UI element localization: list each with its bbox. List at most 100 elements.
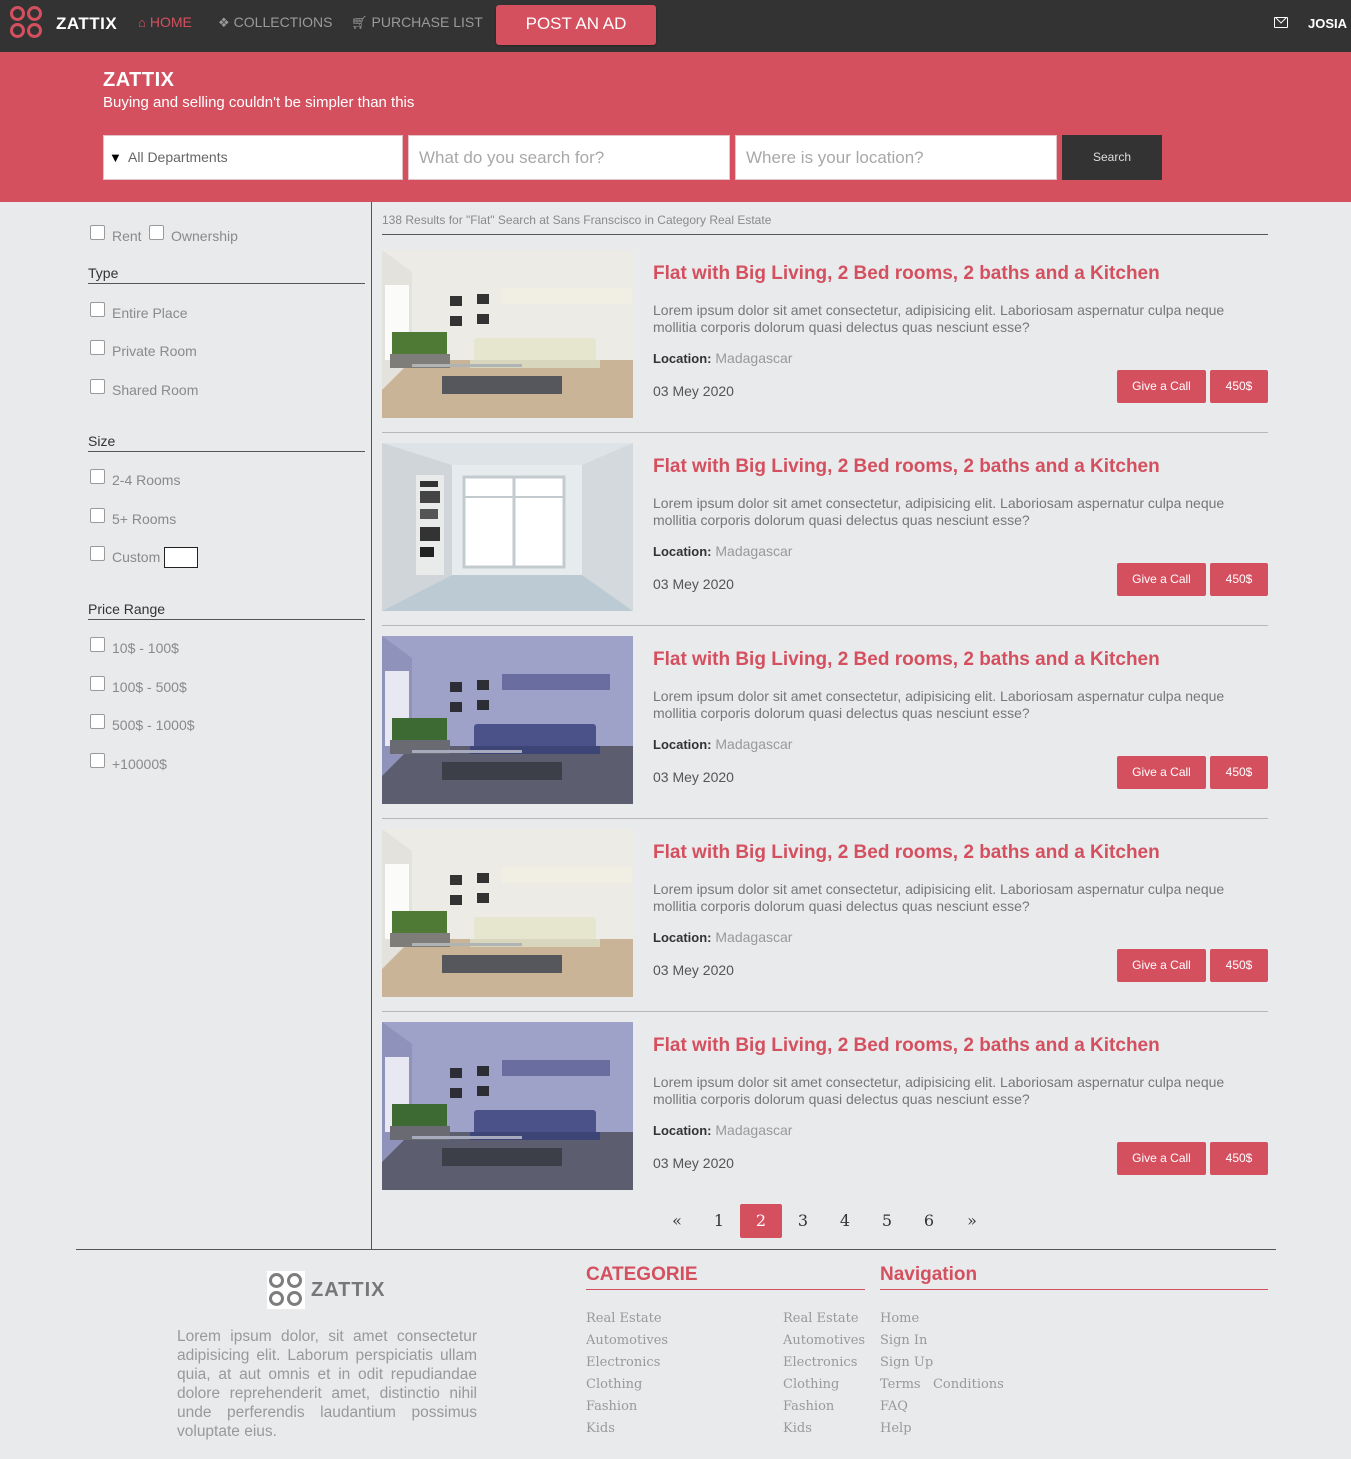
type-checkbox[interactable] <box>90 379 105 394</box>
price-option-label: 10$ - 100$ <box>112 640 179 656</box>
footer-category-title: CATEGORIE <box>586 1264 865 1290</box>
footer-nav-link[interactable]: Sign Up <box>880 1355 933 1370</box>
listing-description: Lorem ipsum dolor sit amet consectetur, … <box>653 688 1225 721</box>
brand-name[interactable]: ZATTIX <box>56 14 117 34</box>
listing-location: Location: Madagascar <box>653 543 792 559</box>
logo-icon[interactable] <box>10 6 44 40</box>
listing-image[interactable] <box>382 636 633 804</box>
top-navbar: ZATTIX ⌂ HOME ❖ COLLECTIONS 🛒︎ PURCHASE LIS… <box>0 0 1351 52</box>
caret-down-icon: ▼ <box>109 150 122 165</box>
footer-category-link[interactable]: Kids <box>586 1421 615 1436</box>
give-call-button[interactable]: Give a Call <box>1117 756 1206 789</box>
price-button[interactable]: 450$ <box>1210 756 1268 789</box>
footer-category-link[interactable]: Real Estate <box>586 1311 662 1326</box>
footer-nav-link[interactable]: Terms Conditions <box>880 1377 1004 1392</box>
home-icon: ⌂ <box>138 15 146 30</box>
listing-date: 03 Mey 2020 <box>653 962 734 978</box>
ownership-label: Ownership <box>171 228 238 244</box>
location-value: Madagascar <box>715 543 793 559</box>
listing-title[interactable]: Flat with Big Living, 2 Bed rooms, 2 bat… <box>653 263 1160 285</box>
location-field <box>735 135 1057 180</box>
listing-card: Flat with Big Living, 2 Bed rooms, 2 bat… <box>382 636 1268 819</box>
pagination-prev[interactable]: « <box>656 1204 698 1238</box>
rent-checkbox[interactable] <box>90 225 105 240</box>
pagination-page[interactable]: 1 <box>698 1204 740 1238</box>
listing-image[interactable] <box>382 829 633 997</box>
price-button[interactable]: 450$ <box>1210 563 1268 596</box>
user-name[interactable]: JOSIA <box>1308 16 1347 31</box>
listing-location: Location: Madagascar <box>653 350 792 366</box>
nav-home-label: HOME <box>149 14 192 30</box>
listing-image[interactable] <box>382 443 633 611</box>
footer-category-link[interactable]: Electronics <box>586 1355 660 1370</box>
pagination-page[interactable]: 6 <box>908 1204 950 1238</box>
size-checkbox[interactable] <box>90 546 105 561</box>
listing-title[interactable]: Flat with Big Living, 2 Bed rooms, 2 bat… <box>653 456 1160 478</box>
location-input[interactable] <box>736 136 1056 179</box>
price-checkbox[interactable] <box>90 676 105 691</box>
listing-image[interactable] <box>382 1022 633 1190</box>
type-checkbox[interactable] <box>90 302 105 317</box>
price-checkbox[interactable] <box>90 753 105 768</box>
department-select[interactable]: ▼ All Departments <box>103 135 403 180</box>
price-checkbox[interactable] <box>90 637 105 652</box>
give-call-button[interactable]: Give a Call <box>1117 949 1206 982</box>
pagination-page[interactable]: 4 <box>824 1204 866 1238</box>
footer-category-link[interactable]: Fashion <box>586 1399 637 1414</box>
search-field <box>408 135 730 180</box>
price-button[interactable]: 450$ <box>1210 1142 1268 1175</box>
location-value: Madagascar <box>715 1122 793 1138</box>
pagination-next[interactable]: » <box>951 1204 993 1238</box>
size-section-title: Size <box>88 433 365 452</box>
listing-date: 03 Mey 2020 <box>653 1155 734 1171</box>
footer-category-link[interactable]: Electronics <box>783 1355 857 1370</box>
footer-category-link[interactable]: Fashion <box>783 1399 834 1414</box>
footer-nav-link[interactable]: Home <box>880 1311 919 1326</box>
ownership-checkbox[interactable] <box>149 225 164 240</box>
type-section-title: Type <box>88 265 365 284</box>
listing-title[interactable]: Flat with Big Living, 2 Bed rooms, 2 bat… <box>653 649 1160 671</box>
footer-category-link[interactable]: Kids <box>783 1421 812 1436</box>
pagination-page[interactable]: 5 <box>866 1204 908 1238</box>
nav-collections[interactable]: ❖ COLLECTIONS <box>218 14 332 31</box>
give-call-button[interactable]: Give a Call <box>1117 370 1206 403</box>
footer-category-link[interactable]: Real Estate <box>783 1311 859 1326</box>
footer-category-link[interactable]: Automotives <box>586 1333 668 1348</box>
search-input[interactable] <box>409 136 729 179</box>
give-call-button[interactable]: Give a Call <box>1117 1142 1206 1175</box>
location-label: Location: <box>653 351 712 366</box>
price-option-label: 100$ - 500$ <box>112 679 187 695</box>
type-checkbox[interactable] <box>90 340 105 355</box>
search-button[interactable]: Search <box>1062 135 1162 180</box>
type-option-label: Shared Room <box>112 382 199 398</box>
footer-about: Lorem ipsum dolor, sit amet consectetur … <box>177 1328 477 1440</box>
custom-size-input[interactable] <box>164 547 198 568</box>
give-call-button[interactable]: Give a Call <box>1117 563 1206 596</box>
price-button[interactable]: 450$ <box>1210 949 1268 982</box>
price-checkbox[interactable] <box>90 714 105 729</box>
nav-purchase-list[interactable]: 🛒︎ PURCHASE LIST <box>351 14 483 31</box>
nav-home[interactable]: ⌂ HOME <box>138 14 192 30</box>
size-checkbox[interactable] <box>90 469 105 484</box>
listing-title[interactable]: Flat with Big Living, 2 Bed rooms, 2 bat… <box>653 842 1160 864</box>
size-checkbox[interactable] <box>90 508 105 523</box>
listing-card: Flat with Big Living, 2 Bed rooms, 2 bat… <box>382 829 1268 1012</box>
footer-category-link[interactable]: Automotives <box>783 1333 865 1348</box>
mail-icon[interactable] <box>1274 17 1288 28</box>
size-option-label: Custom <box>112 549 161 565</box>
footer-category-link[interactable]: Clothing <box>586 1377 642 1392</box>
location-value: Madagascar <box>715 929 793 945</box>
pagination-page[interactable]: 3 <box>782 1204 824 1238</box>
footer-nav-link[interactable]: Sign In <box>880 1333 927 1348</box>
price-button[interactable]: 450$ <box>1210 370 1268 403</box>
listing-date: 03 Mey 2020 <box>653 576 734 592</box>
listing-image[interactable] <box>382 250 633 418</box>
nav-purchase-label: PURCHASE LIST <box>371 14 483 30</box>
footer-nav-link[interactable]: Help <box>880 1421 912 1436</box>
pagination-page-active[interactable]: 2 <box>740 1204 782 1238</box>
listing-title[interactable]: Flat with Big Living, 2 Bed rooms, 2 bat… <box>653 1035 1160 1057</box>
footer-nav-link[interactable]: FAQ <box>880 1399 908 1414</box>
price-section-title: Price Range <box>88 601 365 620</box>
footer-category-link[interactable]: Clothing <box>783 1377 839 1392</box>
post-ad-button[interactable]: POST AN AD <box>496 5 656 45</box>
